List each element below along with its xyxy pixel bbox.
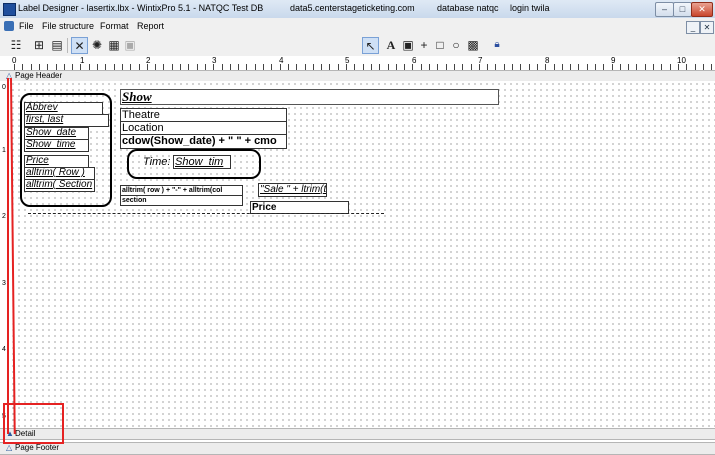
text-tool-icon[interactable]: A [383,37,399,53]
menu-file[interactable]: File [19,21,34,31]
horizontal-ruler: 0 1 2 3 4 5 6 7 8 9 10 [0,56,715,71]
annotation-highlight-box [3,403,64,444]
show-tim-field[interactable]: Show_tim [173,155,231,169]
vruler-label: 4 [2,346,6,353]
dashed-separator-line[interactable] [28,213,384,214]
properties-icon[interactable]: ☷ [8,37,24,53]
show-field[interactable]: Show [120,89,499,105]
show-time-field[interactable]: Show_time [24,139,89,152]
vruler-label: 1 [2,147,6,154]
window-title: Label Designer - lasertix.lbx - WintixPr… [18,3,264,13]
vruler-label: 0 [2,84,6,91]
rectangle-tool-icon[interactable]: □ [432,37,448,53]
lock-icon[interactable]: 🔒︎ [489,37,505,53]
login-name: login twila [510,3,550,13]
menu-report[interactable]: Report [137,21,164,31]
section-field[interactable]: section [120,195,243,206]
menu-bar: File File structure Format Report _ ✕ [0,18,715,36]
collapse-triangle-icon[interactable]: △ [6,443,12,453]
oval-tool-icon[interactable]: ○ [448,37,464,53]
layout-icon[interactable]: ▦ [106,37,122,53]
mdi-close-button[interactable]: ✕ [700,21,714,34]
disabled-icon: ▣ [124,38,136,52]
time-label: Time: [143,156,171,168]
server-name: data5.centerstageticketing.com [290,3,415,13]
mdi-minimize-button[interactable]: _ [686,21,700,34]
sale-expression-field[interactable]: "Sale " + ltrim(trans [258,183,327,197]
band-detail[interactable]: ▲ Detail [0,428,715,440]
sun-icon[interactable]: ✺ [89,37,105,53]
band-label: Page Footer [15,443,60,452]
cdow-expression-field[interactable]: cdow(Show_date) + " " + cmo [120,134,287,149]
page-icon[interactable]: ▤ [49,37,65,53]
toolbar: ☷ ⊞ ▤ ✕ ✺ ▦ ▣ ↖ A ▣ + □ ○ ▩ 🔒︎ [0,35,715,57]
theatre-field[interactable]: Theatre [120,108,287,122]
maximize-button[interactable]: □ [673,2,692,17]
annotation-line [7,78,9,434]
minimize-button[interactable]: – [655,2,674,17]
toolbar-separator [67,38,68,53]
band-page-footer[interactable]: △ Page Footer [0,442,715,455]
band-label: Page Header [15,71,63,80]
vruler-label: 3 [2,280,6,287]
pointer-tool-icon[interactable]: ↖ [362,37,379,54]
report-doc-icon[interactable] [4,21,14,31]
field-tool-icon[interactable]: ▣ [400,37,416,53]
first-last-field[interactable]: first, last [24,114,109,127]
alltrim-section-field[interactable]: alltrim( Section [24,179,95,192]
tree-icon[interactable]: ⊞ [31,37,47,53]
app-icon [3,3,16,16]
vruler-label: 2 [2,213,6,220]
database-name: database natqc [437,3,499,13]
location-field[interactable]: Location [120,121,287,135]
picture-tool-icon[interactable]: ▩ [465,37,481,53]
menu-format[interactable]: Format [100,21,129,31]
close-button[interactable]: ✕ [691,2,713,17]
line-tool-icon[interactable]: + [416,37,432,53]
design-surface[interactable]: Abbrev first, last Show_date Show_time P… [10,81,715,428]
menu-file-structure[interactable]: File structure [42,21,94,31]
title-bar: Label Designer - lasertix.lbx - WintixPr… [0,0,715,19]
tools-icon[interactable]: ✕ [71,37,88,54]
